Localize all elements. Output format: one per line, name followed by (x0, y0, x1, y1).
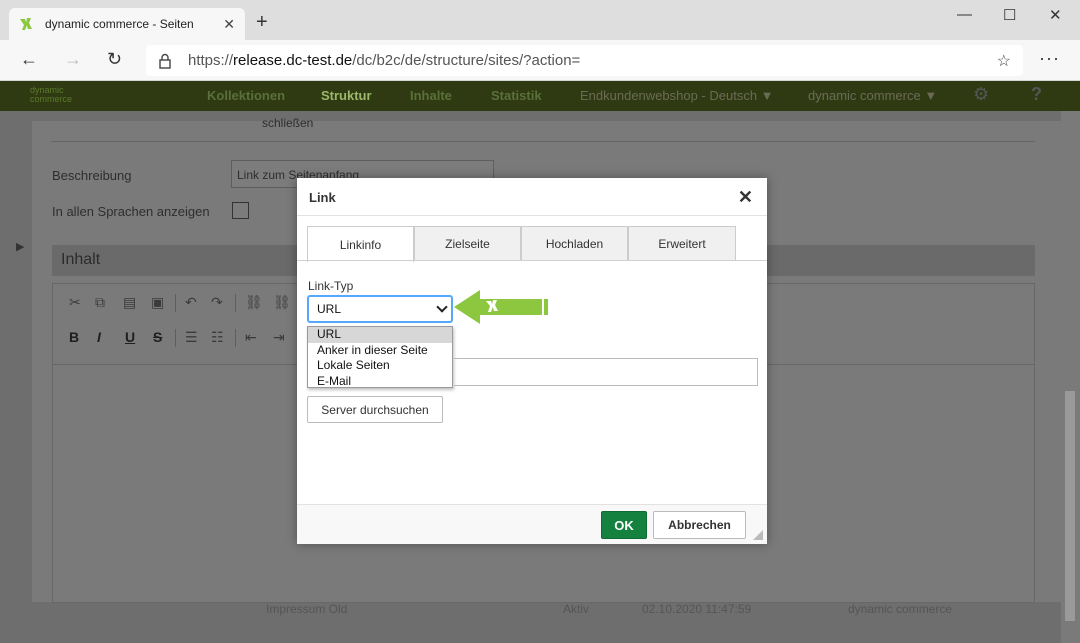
browser-tab[interactable]: dynamic commerce - Seiten ✕ (9, 8, 245, 40)
browser-toolbar: ← → ↻ https://release.dc-test.de/dc/b2c/… (0, 40, 1080, 81)
resize-handle-icon[interactable] (753, 530, 763, 540)
help-icon[interactable]: ? (1031, 84, 1042, 105)
url-prefix: https:// (188, 52, 234, 69)
nav-struktur[interactable]: Struktur (321, 88, 372, 103)
numbered-list-icon[interactable]: ☰ (185, 329, 198, 346)
cancel-button[interactable]: Abbrechen (653, 511, 746, 539)
all-languages-label: In allen Sprachen anzeigen (52, 204, 210, 219)
shop-selector[interactable]: Endkundenwebshop - Deutsch ▼ (580, 88, 774, 103)
divider (51, 141, 1035, 142)
close-tab-icon[interactable]: ✕ (223, 16, 235, 33)
copy-icon[interactable]: ⧉ (95, 294, 105, 311)
tab-erweitert[interactable]: Erweitert (628, 226, 736, 261)
unlink-icon[interactable]: ⛓ (273, 294, 291, 311)
strike-icon[interactable]: S (153, 329, 162, 345)
annotation-arrow-icon (454, 290, 548, 324)
maximize-icon[interactable]: ☐ (1003, 6, 1016, 24)
cut-icon[interactable]: ✂ (69, 294, 81, 311)
favorite-star-icon[interactable]: ☆ (997, 51, 1011, 71)
company-selector-label: dynamic commerce (808, 88, 921, 103)
paste-icon[interactable]: ▤ (123, 294, 136, 311)
browser-titlebar: dynamic commerce - Seiten ✕ + — ☐ ✕ (0, 0, 1080, 40)
tab-title: dynamic commerce - Seiten (45, 17, 194, 31)
page-scroll-thumb[interactable] (1065, 391, 1075, 621)
lock-icon (159, 53, 171, 69)
dialog-close-icon[interactable]: ✕ (738, 187, 753, 208)
dialog-tabs: Linkinfo Zielseite Hochladen Erweitert (307, 226, 736, 262)
row-owner: dynamic commerce (848, 602, 953, 616)
company-selector[interactable]: dynamic commerce ▼ (808, 88, 937, 103)
toolbar-separator (235, 294, 236, 312)
tab-hochladen[interactable]: Hochladen (521, 226, 628, 261)
back-icon[interactable]: ← (20, 49, 38, 70)
link-dialog: Link ✕ Linkinfo Zielseite Hochladen Erwe… (297, 178, 767, 544)
site-favicon-icon (20, 18, 32, 30)
url-path: /dc/b2c/de/structure/sites/?action= (352, 52, 581, 69)
link-type-dropdown: URL Anker in dieser Seite Lokale Seiten … (307, 326, 453, 388)
shop-selector-label: Endkundenwebshop - Deutsch (580, 88, 758, 103)
logo-text-2: commerce (30, 94, 73, 104)
settings-gear-icon[interactable]: ⚙ (973, 84, 989, 105)
chevron-down-icon (436, 301, 448, 313)
tab-zielseite[interactable]: Zielseite (414, 226, 521, 261)
description-label: Beschreibung (52, 168, 132, 183)
option-email[interactable]: E-Mail (308, 374, 452, 390)
minimize-icon[interactable]: — (957, 6, 972, 23)
dialog-title: Link (309, 190, 336, 205)
app-navbar: dynamic commerce Kollektionen Struktur I… (0, 81, 1080, 111)
more-menu-icon[interactable]: ··· (1039, 48, 1060, 69)
tab-linkinfo[interactable]: Linkinfo (307, 226, 414, 262)
option-url[interactable]: URL (308, 327, 452, 343)
indent-icon[interactable]: ⇥ (273, 329, 285, 346)
toolbar-separator (235, 329, 236, 347)
row-name: Impressum Old (266, 602, 348, 616)
all-languages-checkbox[interactable] (232, 202, 249, 219)
italic-icon[interactable]: I (97, 329, 101, 345)
paste-text-icon[interactable]: ▣ (151, 294, 164, 311)
reload-icon[interactable]: ↻ (107, 49, 122, 70)
toolbar-separator (175, 329, 176, 347)
link-icon[interactable]: ⛓ (245, 294, 263, 311)
row-date: 02.10.2020 11:47:59 (642, 602, 752, 616)
url-input[interactable] (454, 358, 758, 386)
dialog-footer: OK Abbrechen (297, 504, 767, 544)
address-bar[interactable]: https://release.dc-test.de/dc/b2c/de/str… (146, 45, 1023, 76)
nav-inhalte[interactable]: Inhalte (410, 88, 452, 103)
option-anker[interactable]: Anker in dieser Seite (308, 343, 452, 359)
tab-underline (297, 260, 767, 261)
undo-icon[interactable]: ↶ (185, 294, 197, 311)
bold-icon[interactable]: B (69, 329, 79, 345)
nav-kollektionen[interactable]: Kollektionen (207, 88, 285, 103)
link-type-value: URL (317, 302, 342, 316)
row-status: Aktiv (563, 602, 590, 616)
window-close-icon[interactable]: ✕ (1049, 6, 1062, 24)
option-lokale-seiten[interactable]: Lokale Seiten (308, 358, 452, 374)
underline-icon[interactable]: U (125, 329, 135, 345)
ok-button[interactable]: OK (601, 511, 647, 539)
link-type-select[interactable]: URL (307, 295, 453, 323)
nav-statistik[interactable]: Statistik (491, 88, 542, 103)
link-type-label: Link-Typ (308, 279, 354, 293)
browse-server-button[interactable]: Server durchsuchen (307, 396, 443, 423)
expand-arrow-icon: ▶ (16, 241, 25, 253)
new-tab-icon[interactable]: + (256, 12, 268, 32)
close-link[interactable]: schließen (262, 116, 313, 130)
bullet-list-icon[interactable]: ☷ (211, 329, 224, 346)
url-domain: release.dc-test.de (233, 52, 353, 69)
forward-icon[interactable]: → (64, 49, 82, 70)
redo-icon[interactable]: ↷ (211, 294, 223, 311)
outdent-icon[interactable]: ⇤ (245, 329, 257, 346)
dialog-header: Link ✕ (297, 178, 767, 216)
toolbar-separator (175, 294, 176, 312)
page-scrollbar[interactable] (1061, 111, 1080, 643)
